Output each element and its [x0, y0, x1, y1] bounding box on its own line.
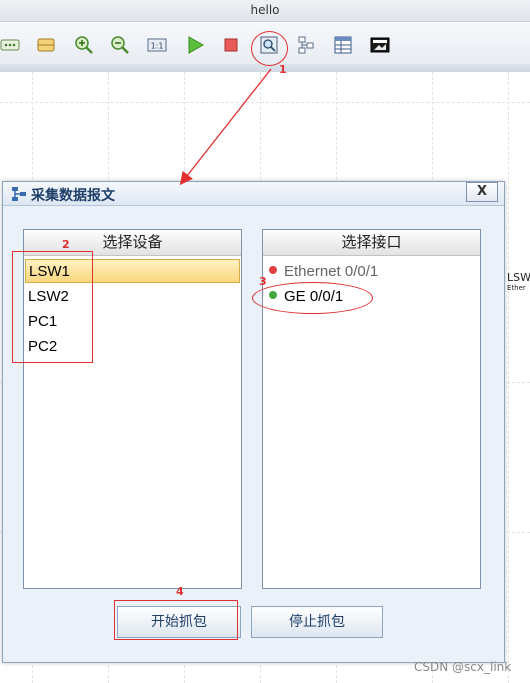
topology-icon[interactable]: [296, 35, 316, 55]
dialog-title: 采集数据报文: [31, 188, 115, 204]
annotation-number: 4: [176, 585, 184, 598]
annotation-number: 1: [279, 63, 287, 76]
close-button[interactable]: X: [466, 182, 498, 202]
annotation-box-devices: [12, 251, 93, 363]
status-down-icon: [269, 266, 277, 275]
capture-app-icon: [11, 186, 27, 202]
screen-icon[interactable]: [370, 35, 390, 55]
list-item[interactable]: Ethernet 0/0/1: [269, 260, 478, 284]
zoom-out-icon[interactable]: [110, 35, 130, 55]
play-icon[interactable]: [185, 35, 205, 55]
background-device-sublabel: Ether: [507, 284, 526, 292]
annotation-circle-interface: [252, 282, 373, 314]
svg-text:1:1: 1:1: [151, 42, 164, 51]
interface-name: Ethernet 0/0/1: [284, 263, 379, 280]
stop-icon[interactable]: [221, 35, 241, 55]
zoom-in-icon[interactable]: [74, 35, 94, 55]
dialog-header: 采集数据报文 X: [3, 182, 504, 206]
annotation-circle-capture: [251, 31, 288, 66]
background-device-label: LSW2: [507, 271, 530, 284]
annotation-box-start: [114, 600, 238, 640]
annotation-number: 2: [62, 238, 70, 251]
one-to-one-icon[interactable]: 1:1: [147, 35, 167, 55]
stop-capture-button[interactable]: 停止抓包: [251, 606, 383, 638]
watermark: CSDN @scx_link: [414, 660, 512, 674]
chat-icon[interactable]: [0, 35, 20, 55]
annotation-number: 3: [259, 275, 267, 288]
grid-icon[interactable]: [333, 35, 353, 55]
interfaces-header: 选择接口: [263, 230, 480, 256]
box-icon[interactable]: [36, 35, 56, 55]
window-title: hello: [0, 0, 530, 22]
